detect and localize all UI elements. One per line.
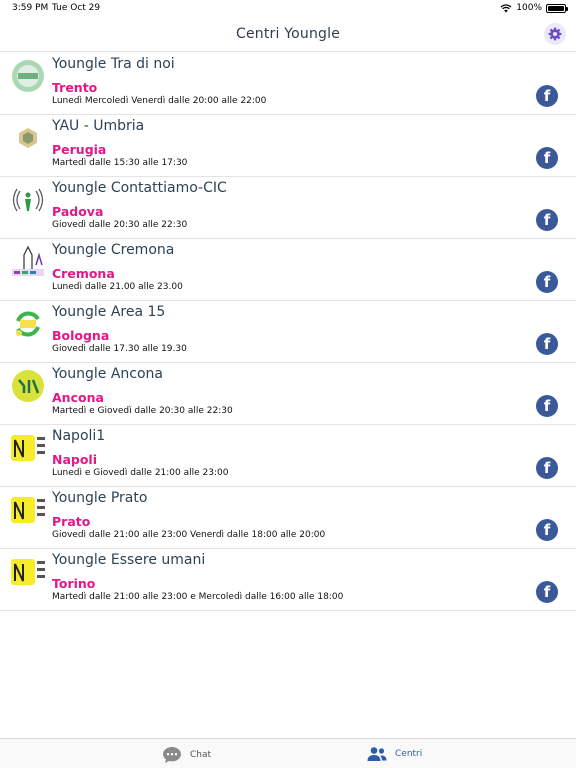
center-row[interactable]: Youngle Contattiamo-CIC Padova Giovedì d… bbox=[0, 177, 576, 239]
status-time: 3:59 PM bbox=[12, 3, 49, 13]
center-logo-napoli bbox=[10, 431, 46, 465]
tab-chat[interactable]: Chat bbox=[162, 746, 211, 764]
battery-icon bbox=[546, 3, 568, 13]
center-schedule: Martedì dalle 21:00 alle 23:00 e Mercole… bbox=[52, 592, 344, 602]
centers-list: Youngle Tra di noi Trento Lunedì Mercole… bbox=[0, 53, 576, 611]
facebook-icon[interactable]: f bbox=[536, 395, 558, 417]
facebook-icon[interactable]: f bbox=[536, 333, 558, 355]
center-schedule: Martedì e Giovedì dalle 20:30 alle 22:30 bbox=[52, 406, 233, 416]
center-city: Ancona bbox=[52, 390, 104, 405]
status-date: Tue Oct 29 bbox=[52, 3, 101, 13]
center-name: Napoli1 bbox=[52, 428, 106, 444]
center-city: Padova bbox=[52, 204, 104, 219]
tab-chat-label: Chat bbox=[190, 750, 212, 760]
center-city: Bologna bbox=[52, 328, 110, 343]
facebook-icon[interactable]: f bbox=[536, 271, 558, 293]
facebook-icon[interactable]: f bbox=[536, 147, 558, 169]
center-city: Trento bbox=[52, 80, 98, 95]
center-row[interactable]: Youngle Essere umani Torino Martedì dall… bbox=[0, 549, 576, 611]
center-city: Napoli bbox=[52, 452, 98, 467]
status-right: 100% bbox=[500, 3, 568, 13]
center-row[interactable]: Youngle Prato Prato Giovedì dalle 21:00 … bbox=[0, 487, 576, 549]
center-name: Youngle Ancona bbox=[52, 366, 164, 382]
tab-centri[interactable]: Centri bbox=[367, 746, 422, 762]
center-name: Youngle Area 15 bbox=[52, 304, 166, 320]
center-row[interactable]: Youngle Area 15 Bologna Giovedì dalle 17… bbox=[0, 301, 576, 363]
center-schedule: Giovedì dalle 20:30 alle 22:30 bbox=[52, 220, 188, 230]
people-icon bbox=[367, 747, 387, 761]
tab-bar: Chat Centri bbox=[0, 738, 576, 768]
page-title: Centri Youngle bbox=[235, 26, 341, 42]
center-row[interactable]: Youngle Cremona Cremona Lunedì dalle 21.… bbox=[0, 239, 576, 301]
settings-button[interactable] bbox=[544, 23, 566, 45]
center-logo-torino bbox=[10, 555, 46, 589]
gear-icon bbox=[548, 27, 562, 41]
center-logo-padova bbox=[10, 183, 46, 217]
center-name: Youngle Cremona bbox=[52, 242, 175, 258]
center-row[interactable]: Youngle Tra di noi Trento Lunedì Mercole… bbox=[0, 53, 576, 115]
center-city: Perugia bbox=[52, 142, 107, 157]
center-schedule: Lunedì dalle 21.00 alle 23.00 bbox=[52, 282, 183, 292]
center-city: Prato bbox=[52, 514, 91, 529]
center-city: Cremona bbox=[52, 266, 115, 281]
center-logo-prato bbox=[10, 493, 46, 527]
center-name: Youngle Prato bbox=[52, 490, 148, 506]
center-row[interactable]: Napoli1 Napoli Lunedì e Giovedì dalle 21… bbox=[0, 425, 576, 487]
center-logo-bologna bbox=[10, 307, 46, 341]
center-logo-cremona bbox=[10, 245, 46, 279]
chat-bubble-icon bbox=[163, 747, 181, 763]
status-bar: 3:59 PM Tue Oct 29 100% bbox=[0, 0, 576, 18]
center-logo-ancona bbox=[10, 369, 46, 403]
tab-centri-label: Centri bbox=[395, 749, 423, 759]
facebook-icon[interactable]: f bbox=[536, 581, 558, 603]
center-schedule: Martedì dalle 15:30 alle 17:30 bbox=[52, 158, 188, 168]
center-name: Youngle Contattiamo-CIC bbox=[52, 180, 227, 196]
facebook-icon[interactable]: f bbox=[536, 519, 558, 541]
center-schedule: Giovedì dalle 21:00 alle 23:00 Venerdì d… bbox=[52, 530, 326, 540]
battery-fill bbox=[548, 5, 564, 11]
center-name: Youngle Essere umani bbox=[52, 552, 206, 568]
center-schedule: Giovedì dalle 17.30 alle 19.30 bbox=[52, 344, 187, 354]
center-logo-perugia bbox=[10, 121, 46, 155]
facebook-icon[interactable]: f bbox=[536, 209, 558, 231]
center-row[interactable]: YAU - Umbria Perugia Martedì dalle 15:30… bbox=[0, 115, 576, 177]
center-name: YAU - Umbria bbox=[52, 118, 145, 134]
nav-bar: Centri Youngle bbox=[0, 18, 576, 52]
wifi-icon bbox=[500, 3, 512, 12]
center-row[interactable]: Youngle Ancona Ancona Martedì e Giovedì … bbox=[0, 363, 576, 425]
facebook-icon[interactable]: f bbox=[536, 85, 558, 107]
center-city: Torino bbox=[52, 576, 96, 591]
center-schedule: Lunedì e Giovedì dalle 21:00 alle 23:00 bbox=[52, 468, 229, 478]
center-schedule: Lunedì Mercoledì Venerdì dalle 20:00 all… bbox=[52, 96, 267, 106]
facebook-icon[interactable]: f bbox=[536, 457, 558, 479]
center-logo-trento bbox=[10, 59, 46, 93]
center-name: Youngle Tra di noi bbox=[52, 56, 175, 72]
battery-percent: 100% bbox=[516, 3, 542, 13]
